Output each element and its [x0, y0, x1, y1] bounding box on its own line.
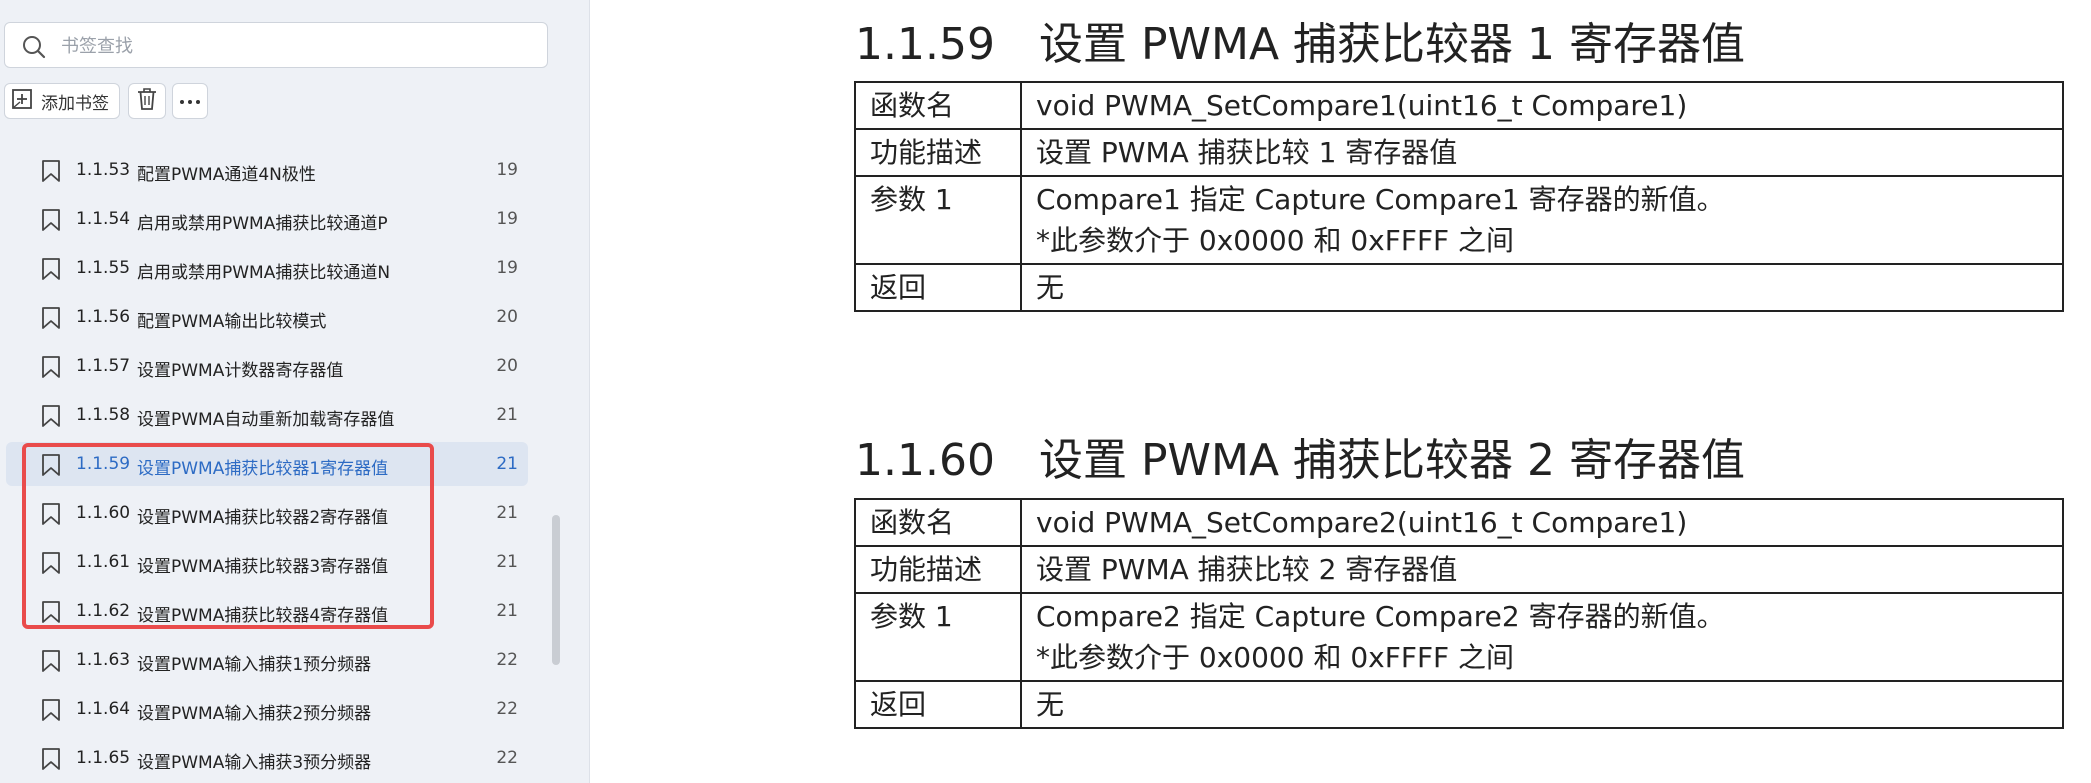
bookmark-number: 1.1.64: [76, 699, 131, 719]
section-heading: 1.1.60 设置 PWMA 捕获比较器 2 寄存器值: [855, 424, 1745, 488]
bookmark-icon: [40, 306, 62, 330]
bookmark-icon: [40, 649, 62, 673]
search-icon: [21, 34, 47, 60]
search-box[interactable]: [4, 22, 548, 68]
bookmark-icon: [40, 747, 62, 771]
table-row: 功能描述 设置 PWMA 捕获比较 2 寄存器值: [854, 545, 2064, 594]
trash-icon: [136, 87, 158, 116]
bookmark-sidebar: 添加书签: [0, 0, 590, 783]
bookmark-icon: [40, 159, 62, 183]
table-key: 返回: [854, 263, 1022, 312]
bookmark-number: 1.1.56: [76, 307, 131, 327]
section-number: 1.1.60: [855, 435, 995, 486]
bookmark-item[interactable]: 1.1.58 设置PWMA自动重新加载寄存器值 21: [6, 393, 528, 437]
bookmark-item[interactable]: 1.1.57 设置PWMA计数器寄存器值 20: [6, 344, 528, 388]
table-row: 函数名 void PWMA_SetCompare1(uint16_t Compa…: [854, 81, 2064, 130]
bookmark-number: 1.1.63: [76, 650, 131, 670]
bookmark-title: 启用或禁用PWMA捕获比较通道N: [137, 263, 391, 283]
table-value: void PWMA_SetCompare2(uint16_t Compare1): [1020, 498, 2064, 547]
delete-bookmark-button[interactable]: [128, 83, 166, 119]
more-icon: [179, 91, 201, 111]
add-bookmark-button[interactable]: 添加书签: [4, 83, 120, 119]
bookmark-title: 设置PWMA输入捕获2预分频器: [137, 704, 372, 724]
bookmark-page: 20: [496, 356, 518, 376]
bookmark-page: 21: [496, 405, 518, 425]
table-row: 返回 无: [854, 680, 2064, 729]
sidebar-scrollbar[interactable]: [552, 515, 560, 665]
add-bookmark-label: 添加书签: [41, 93, 109, 114]
table-value: 无: [1020, 680, 2064, 729]
table-key: 函数名: [854, 81, 1022, 130]
bookmark-title: 设置PWMA自动重新加载寄存器值: [137, 410, 395, 430]
bookmark-page: 21: [496, 552, 518, 572]
bookmark-number: 1.1.57: [76, 356, 131, 376]
more-options-button[interactable]: [172, 83, 208, 119]
bookmark-page: 20: [496, 307, 518, 327]
section-number: 1.1.59: [855, 19, 995, 70]
bookmark-icon: [40, 404, 62, 428]
bookmark-icon: [40, 355, 62, 379]
table-row: 参数 1 Compare2 指定 Capture Compare2 寄存器的新值…: [854, 592, 2064, 682]
bookmark-title: 设置PWMA输入捕获3预分频器: [137, 753, 372, 773]
bookmark-page: 21: [496, 503, 518, 523]
section-title: 设置 PWMA 捕获比较器 1 寄存器值: [1038, 19, 1745, 70]
bookmark-page: 19: [496, 258, 518, 278]
table-key: 参数 1: [854, 592, 1022, 682]
bookmark-title: 配置PWMA通道4N极性: [137, 165, 316, 185]
bookmark-title: 配置PWMA输出比较模式: [137, 312, 327, 332]
table-value: 设置 PWMA 捕获比较 2 寄存器值: [1020, 545, 2064, 594]
section-title: 设置 PWMA 捕获比较器 2 寄存器值: [1038, 435, 1745, 486]
table-key: 功能描述: [854, 545, 1022, 594]
table-row: 函数名 void PWMA_SetCompare2(uint16_t Compa…: [854, 498, 2064, 547]
bookmark-page: 19: [496, 209, 518, 229]
bookmark-item[interactable]: 1.1.56 配置PWMA输出比较模式 20: [6, 295, 528, 339]
bookmark-item[interactable]: 1.1.65 设置PWMA输入捕获3预分频器 22: [6, 736, 528, 780]
function-table: 函数名 void PWMA_SetCompare2(uint16_t Compa…: [854, 498, 2064, 729]
add-bookmark-icon: [11, 88, 33, 115]
bookmark-number: 1.1.55: [76, 258, 131, 278]
table-value: Compare1 指定 Capture Compare1 寄存器的新值。 *此参…: [1020, 175, 2064, 265]
bookmark-item[interactable]: 1.1.53 配置PWMA通道4N极性 19: [6, 148, 528, 192]
bookmark-icon: [40, 698, 62, 722]
table-row: 参数 1 Compare1 指定 Capture Compare1 寄存器的新值…: [854, 175, 2064, 265]
bookmark-item[interactable]: 1.1.64 设置PWMA输入捕获2预分频器 22: [6, 687, 528, 731]
bookmark-title: 启用或禁用PWMA捕获比较通道P: [137, 214, 388, 234]
table-key: 返回: [854, 680, 1022, 729]
table-value: 无: [1020, 263, 2064, 312]
table-row: 功能描述 设置 PWMA 捕获比较 1 寄存器值: [854, 128, 2064, 177]
bookmark-icon: [40, 208, 62, 232]
bookmark-number: 1.1.58: [76, 405, 131, 425]
bookmark-number: 1.1.65: [76, 748, 131, 768]
table-row: 返回 无: [854, 263, 2064, 312]
bookmark-item[interactable]: 1.1.54 启用或禁用PWMA捕获比较通道P 19: [6, 197, 528, 241]
bookmark-title: 设置PWMA计数器寄存器值: [137, 361, 344, 381]
bookmark-page: 22: [496, 650, 518, 670]
function-table: 函数名 void PWMA_SetCompare1(uint16_t Compa…: [854, 81, 2064, 312]
bookmark-item[interactable]: 1.1.63 设置PWMA输入捕获1预分频器 22: [6, 638, 528, 682]
bookmark-title: 设置PWMA输入捕获1预分频器: [137, 655, 372, 675]
bookmark-page: 22: [496, 699, 518, 719]
bookmark-item[interactable]: 1.1.55 启用或禁用PWMA捕获比较通道N 19: [6, 246, 528, 290]
bookmark-number: 1.1.53: [76, 160, 131, 180]
bookmark-page: 21: [496, 601, 518, 621]
table-key: 功能描述: [854, 128, 1022, 177]
table-value: 设置 PWMA 捕获比较 1 寄存器值: [1020, 128, 2064, 177]
table-key: 函数名: [854, 498, 1022, 547]
highlight-annotation-box: [22, 443, 434, 629]
bookmark-icon: [40, 257, 62, 281]
bookmark-number: 1.1.54: [76, 209, 131, 229]
bookmark-page: 21: [496, 454, 518, 474]
section-heading: 1.1.59 设置 PWMA 捕获比较器 1 寄存器值: [855, 8, 1745, 72]
table-value: Compare2 指定 Capture Compare2 寄存器的新值。 *此参…: [1020, 592, 2064, 682]
bookmark-page: 19: [496, 160, 518, 180]
bookmark-page: 22: [496, 748, 518, 768]
table-value: void PWMA_SetCompare1(uint16_t Compare1): [1020, 81, 2064, 130]
search-input[interactable]: [59, 31, 533, 61]
document-view: 1.1.59 设置 PWMA 捕获比较器 1 寄存器值 函数名 void PWMA…: [590, 0, 2091, 783]
table-key: 参数 1: [854, 175, 1022, 265]
